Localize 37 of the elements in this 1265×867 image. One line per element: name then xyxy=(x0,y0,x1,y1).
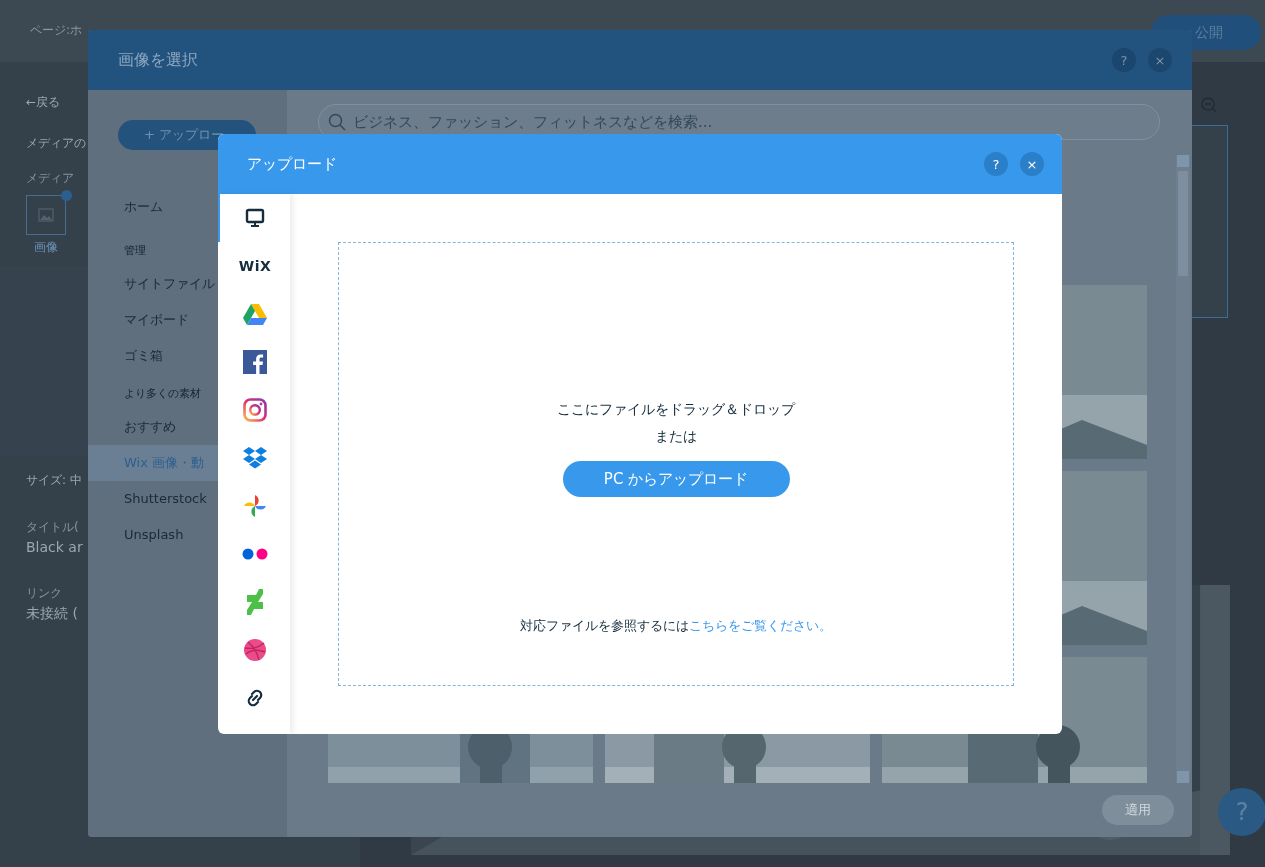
monitor-icon xyxy=(245,208,265,228)
image-icon xyxy=(38,208,54,222)
help-button[interactable]: ? xyxy=(1218,788,1265,836)
dropbox-icon xyxy=(243,447,267,469)
wix-logo: WiX xyxy=(238,258,272,274)
dialog-title: 画像を選択 xyxy=(118,49,198,71)
or-text: または xyxy=(655,428,697,446)
nav-section-heading: より多くの素材 xyxy=(123,386,201,401)
camera-icon xyxy=(243,398,267,422)
close-button[interactable]: × xyxy=(1148,48,1172,72)
nav-section-heading: 管理 xyxy=(123,243,146,258)
deviantart-icon xyxy=(246,589,264,615)
media-type-label: メディア xyxy=(26,170,74,187)
panel-heading: メディアの xyxy=(26,135,86,152)
title-label: タイトル( xyxy=(26,519,79,536)
size-label: サイズ: 中 xyxy=(26,472,82,489)
flickr-icon xyxy=(242,548,268,560)
link-label: リンク xyxy=(26,585,62,602)
media-type-name: 画像 xyxy=(34,239,58,256)
dribbble-icon xyxy=(243,638,267,662)
source-tab[interactable]: WiX xyxy=(218,242,290,290)
title-value: Black ar xyxy=(26,539,83,555)
close-button[interactable]: × xyxy=(1020,152,1044,176)
back-link[interactable]: ←戻る xyxy=(26,94,61,111)
top-menu-item[interactable]: ページ:ホ xyxy=(30,22,83,39)
link-value: 未接続 ( xyxy=(26,605,78,623)
drive-icon xyxy=(243,303,267,325)
image-type-option[interactable] xyxy=(26,195,66,235)
dialog-title: アップロード xyxy=(247,154,337,174)
upload-from-pc-button[interactable]: PC からアップロード xyxy=(562,461,790,497)
help-button[interactable]: ? xyxy=(984,152,1008,176)
pinwheel-icon xyxy=(243,494,267,518)
facebook-icon xyxy=(243,350,267,374)
drop-zone[interactable]: ここにファイルをドラッグ＆ドロップ または PC からアップロード 対応ファイルを参照するにはこちらをご覧ください。 xyxy=(338,242,1014,686)
drop-instruction: ここにファイルをドラッグ＆ドロップ xyxy=(557,401,795,419)
search-icon xyxy=(328,113,346,131)
help-button[interactable]: ? xyxy=(1112,48,1136,72)
